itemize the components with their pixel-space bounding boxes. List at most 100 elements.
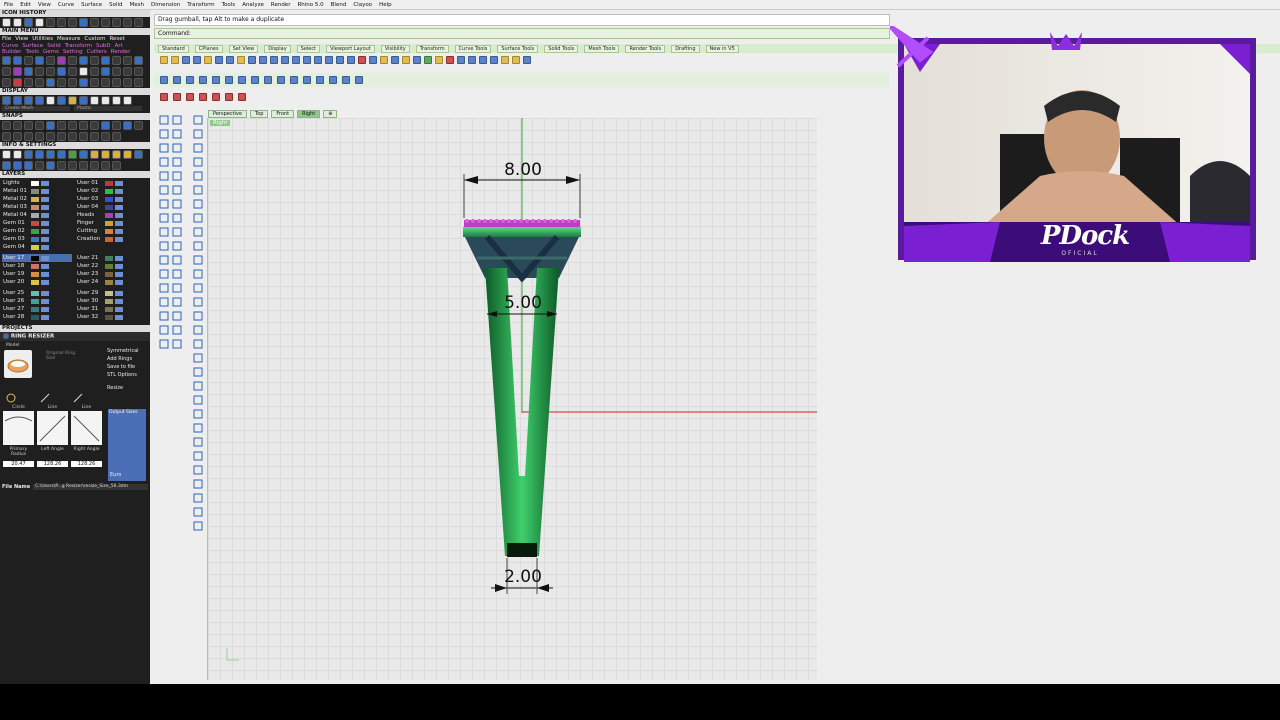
text-tool-icon[interactable] [159, 269, 169, 279]
layer-row[interactable]: User 21 [76, 254, 146, 262]
snap-icon[interactable] [90, 132, 99, 141]
tool-icon[interactable] [112, 56, 121, 65]
snap-icon[interactable] [24, 121, 33, 130]
layer-lock[interactable] [115, 306, 123, 312]
import-icon[interactable] [204, 56, 212, 64]
layer-row[interactable]: User 18 [2, 262, 72, 270]
grid-icon[interactable] [336, 56, 344, 64]
tool-icon[interactable] [101, 67, 110, 76]
rectangle-tool-icon[interactable] [159, 171, 169, 181]
history-icon[interactable] [90, 18, 99, 27]
snap-icon[interactable] [46, 132, 55, 141]
snap-icon[interactable] [112, 121, 121, 130]
layer-lock[interactable] [41, 220, 49, 226]
tab-cplanes[interactable]: CPlanes [194, 44, 223, 53]
display-icon[interactable] [57, 96, 66, 105]
option-save-to-file[interactable]: Save to file [107, 363, 149, 371]
snap-icon[interactable] [79, 121, 88, 130]
tool-icon[interactable] [68, 56, 77, 65]
layer-row[interactable]: Creation [76, 235, 146, 243]
tool-icon[interactable] [193, 451, 203, 461]
info-icon[interactable] [68, 150, 77, 159]
history-icon[interactable] [112, 18, 121, 27]
layer-color[interactable] [105, 290, 113, 296]
layer-lock[interactable] [41, 255, 49, 261]
layer-color[interactable] [105, 212, 113, 218]
layer-color[interactable] [105, 236, 113, 242]
tool-icon[interactable] [2, 56, 11, 65]
tool-icon[interactable] [79, 56, 88, 65]
info-icon[interactable] [123, 150, 132, 159]
dimension-bottom-width[interactable]: 2.00 [495, 567, 551, 587]
tool-icon[interactable] [90, 78, 99, 87]
tool-icon[interactable] [193, 115, 203, 125]
tool-icon[interactable] [193, 129, 203, 139]
tab-drafting[interactable]: Drafting [671, 44, 700, 53]
layer-color[interactable] [105, 180, 113, 186]
tool-icon[interactable] [193, 255, 203, 265]
info-icon[interactable] [90, 150, 99, 159]
tool-icon[interactable] [193, 367, 203, 377]
layer-lock[interactable] [115, 204, 123, 210]
ellipse-tool-icon[interactable] [172, 157, 182, 167]
polyline-tool-icon[interactable] [172, 129, 182, 139]
snap-icon[interactable] [35, 132, 44, 141]
layer-lock[interactable] [41, 236, 49, 242]
layer-lock[interactable] [115, 236, 123, 242]
layer-lock[interactable] [41, 228, 49, 234]
tool-icon[interactable] [212, 76, 220, 84]
layer-color[interactable] [31, 298, 39, 304]
tool-icon[interactable] [193, 199, 203, 209]
polygon-tool-icon[interactable] [172, 171, 182, 181]
history-icon[interactable] [2, 18, 11, 27]
layer-color[interactable] [105, 255, 113, 261]
tool-icon[interactable] [134, 67, 143, 76]
info-icon[interactable] [68, 161, 77, 170]
sphere-icon[interactable] [468, 56, 476, 64]
snap-icon[interactable] [13, 121, 22, 130]
command-line[interactable]: Command: [154, 28, 890, 39]
layer-lock[interactable] [115, 196, 123, 202]
menu-dimension[interactable]: Dimension [151, 2, 180, 8]
display-icon[interactable] [101, 96, 110, 105]
layer-lock[interactable] [41, 196, 49, 202]
tool-icon[interactable] [24, 56, 33, 65]
tool-icon[interactable] [193, 213, 203, 223]
info-icon[interactable] [57, 161, 66, 170]
split-tool-icon[interactable] [172, 325, 182, 335]
layer-lock[interactable] [41, 180, 49, 186]
viewport-tab-perspective[interactable]: Perspective [208, 109, 247, 118]
select-icon[interactable] [358, 56, 366, 64]
layer-row[interactable]: User 22 [76, 262, 146, 270]
tool-icon[interactable] [57, 56, 66, 65]
settings-icon[interactable] [512, 56, 520, 64]
layer-row[interactable]: User 02 [76, 187, 146, 195]
tab-set-view[interactable]: Set View [228, 44, 259, 53]
history-icon[interactable] [68, 18, 77, 27]
info-icon[interactable] [35, 161, 44, 170]
print-icon[interactable] [193, 56, 201, 64]
layer-row[interactable]: User 03 [76, 195, 146, 203]
snap-icon[interactable] [13, 132, 22, 141]
layer-lock[interactable] [115, 220, 123, 226]
info-icon[interactable] [79, 150, 88, 159]
tool-icon[interactable] [193, 395, 203, 405]
tool-icon[interactable] [290, 76, 298, 84]
tool-icon[interactable] [13, 67, 22, 76]
snap-icon[interactable] [112, 132, 121, 141]
surface-tool-icon[interactable] [159, 185, 169, 195]
menu-item[interactable]: Gems [43, 49, 59, 55]
layer-icon[interactable] [391, 56, 399, 64]
tool-icon[interactable] [193, 353, 203, 363]
layer-color[interactable] [105, 228, 113, 234]
hide-icon[interactable] [369, 56, 377, 64]
zoom-window-icon[interactable] [303, 56, 311, 64]
info-icon[interactable] [24, 161, 33, 170]
tab-new-in-v5[interactable]: New in V5 [705, 44, 739, 53]
tool-icon[interactable] [160, 93, 168, 101]
wireframe-icon[interactable] [424, 56, 432, 64]
tool-icon[interactable] [90, 56, 99, 65]
layer-lock[interactable] [115, 279, 123, 285]
tool-icon[interactable] [193, 297, 203, 307]
snap-icon[interactable] [79, 132, 88, 141]
